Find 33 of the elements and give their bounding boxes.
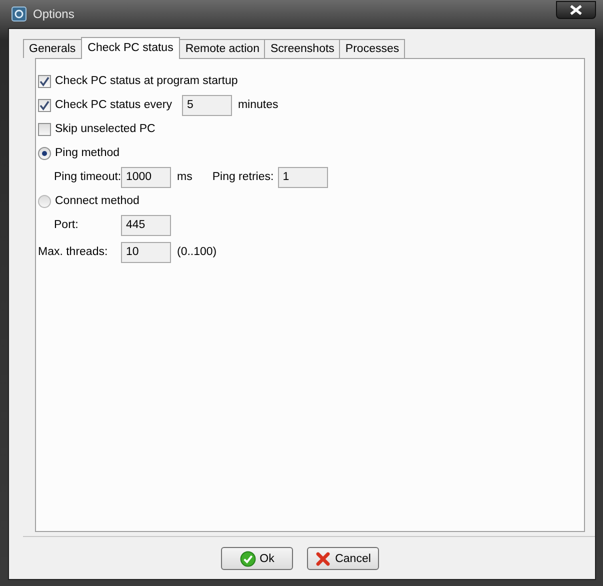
checkbox-label: Check PC status at program startup [55, 75, 238, 87]
field-label: Port: [54, 219, 80, 231]
close-icon [569, 5, 583, 15]
ok-button[interactable]: Ok [221, 547, 293, 570]
app-icon [11, 6, 27, 22]
input-field[interactable]: 1 [278, 166, 328, 188]
field-label: Ping retries: [212, 171, 274, 183]
checkmark-icon [240, 550, 256, 566]
cross-icon [315, 550, 332, 566]
tab[interactable]: Check PC status [80, 37, 180, 59]
checkbox[interactable] [38, 122, 51, 136]
radio-button[interactable] [38, 146, 51, 160]
unit-label: minutes [238, 99, 278, 111]
input-field[interactable]: 10 [121, 242, 171, 262]
checkbox[interactable] [38, 98, 51, 112]
radio-label: Connect method [55, 195, 140, 207]
tab[interactable]: Processes [339, 39, 406, 58]
field-label: Max. threads: [38, 246, 109, 258]
close-button[interactable] [556, 1, 596, 19]
window-title: Options [33, 7, 74, 21]
cancel-button[interactable]: Cancel [307, 547, 379, 570]
checkbox[interactable] [38, 74, 51, 88]
unit-label: ms [177, 171, 192, 183]
checkbox-label: Check PC status every [55, 99, 172, 111]
field-label: Ping timeout: [54, 171, 121, 183]
radio-label: Ping method [55, 147, 120, 159]
input-field[interactable]: 445 [121, 214, 171, 236]
checkbox-label: Skip unselected PC [55, 123, 156, 135]
unit-label: (0..100) [177, 246, 217, 258]
radio-button[interactable] [38, 194, 51, 208]
input-field[interactable]: 5 [182, 94, 232, 116]
input-field[interactable]: 1000 [121, 166, 171, 188]
tab[interactable]: Generals [23, 39, 82, 58]
